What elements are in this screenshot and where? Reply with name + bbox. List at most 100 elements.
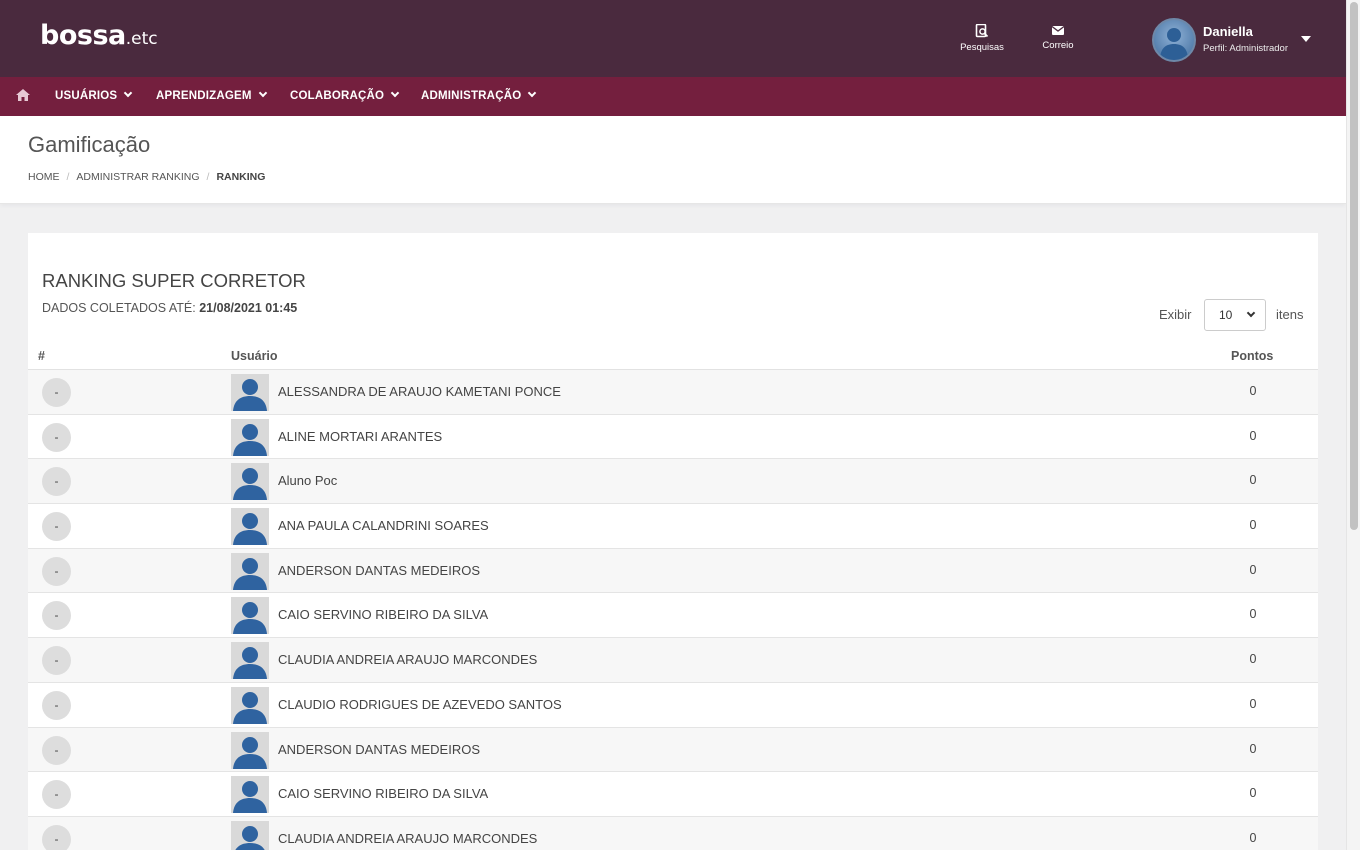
logo-text: bossa <box>40 20 126 51</box>
pesquisas-button[interactable]: Pesquisas <box>952 24 1012 53</box>
user-avatar-icon[interactable] <box>231 642 269 680</box>
user-avatar-icon[interactable] <box>231 597 269 635</box>
user-name-cell[interactable]: ALINE MORTARI ARANTES <box>278 429 442 444</box>
rank-badge: - <box>42 646 71 676</box>
logo-suffix: .etc <box>125 29 158 49</box>
user-avatar-icon[interactable] <box>231 552 269 590</box>
rank-badge: - <box>42 378 71 407</box>
column-header-points[interactable]: Pontos <box>1231 349 1273 363</box>
user-name-cell[interactable]: ANDERSON DANTAS MEDEIROS <box>278 563 480 578</box>
column-header-rank[interactable]: # <box>38 349 45 363</box>
chevron-down-icon <box>1246 308 1256 318</box>
table-row: - ALESSANDRA DE ARAUJO KAMETANI PONCE 0 <box>28 370 1318 415</box>
nav-administracao[interactable]: ADMINISTRAÇÃO <box>421 77 537 116</box>
top-header: bossa.etc Pesquisas Correio Daniella Per… <box>0 0 1346 77</box>
table-row: - Aluno Poc 0 <box>28 459 1318 505</box>
main-nav: USUÁRIOS APRENDIZAGEM COLABORAÇÃO ADMINI… <box>0 77 1346 116</box>
points-cell: 0 <box>1249 562 1257 577</box>
rank-badge: - <box>42 556 71 586</box>
user-name-cell[interactable]: CLAUDIO RODRIGUES DE AZEVEDO SANTOS <box>278 697 562 712</box>
points-cell: 0 <box>1249 830 1257 845</box>
user-name-cell[interactable]: CLAUDIA ANDREIA ARAUJO MARCONDES <box>278 652 537 667</box>
page-header: Gamificação HOME / ADMINISTRAR RANKING / RAN… <box>0 116 1346 204</box>
points-cell: 0 <box>1249 473 1257 488</box>
column-header-user[interactable]: Usuário <box>231 349 278 363</box>
user-name-cell[interactable]: CAIO SERVINO RIBEIRO DA SILVA <box>278 607 488 622</box>
user-name: Daniella <box>1203 24 1253 39</box>
rank-badge: - <box>42 601 71 631</box>
points-cell: 0 <box>1249 384 1257 398</box>
ranking-card: RANKING SUPER CORRETOR DADOS COLETADOS A… <box>28 233 1318 850</box>
user-avatar <box>1152 18 1196 62</box>
user-silhouette-icon <box>1160 28 1188 60</box>
rank-badge: - <box>42 824 71 850</box>
rank-badge: - <box>42 467 71 497</box>
table-row: - CLAUDIA ANDREIA ARAUJO MARCONDES 0 <box>28 638 1318 683</box>
user-name-cell[interactable]: ALESSANDRA DE ARAUJO KAMETANI PONCE <box>278 384 561 399</box>
breadcrumb-separator: / <box>206 171 210 183</box>
envelope-icon <box>1051 25 1065 35</box>
items-label: itens <box>1276 307 1304 322</box>
user-name-cell[interactable]: ANA PAULA CALANDRINI SOARES <box>278 518 489 533</box>
table-row: - CLAUDIA ANDREIA ARAUJO MARCONDES 0 <box>28 816 1318 850</box>
rank-badge: - <box>42 690 71 720</box>
pesquisas-label: Pesquisas <box>960 42 1004 53</box>
points-cell: 0 <box>1249 786 1257 801</box>
breadcrumb-home[interactable]: HOME <box>28 171 60 183</box>
nav-aprendizagem[interactable]: APRENDIZAGEM <box>156 77 267 116</box>
user-menu[interactable]: Daniella Perfil: Administrador <box>1152 18 1322 62</box>
correio-button[interactable]: Correio <box>1028 24 1088 51</box>
rank-badge: - <box>42 422 71 452</box>
breadcrumb-separator: / <box>66 171 70 183</box>
user-avatar-icon[interactable] <box>231 731 269 769</box>
page-title: Gamificação <box>28 132 151 157</box>
user-name-cell[interactable]: ANDERSON DANTAS MEDEIROS <box>278 742 480 757</box>
points-cell: 0 <box>1249 652 1257 667</box>
points-cell: 0 <box>1249 428 1257 443</box>
points-cell: 0 <box>1249 518 1257 533</box>
scrollbar-thumb[interactable] <box>1350 2 1358 530</box>
user-avatar-icon[interactable] <box>231 508 269 546</box>
correio-label: Correio <box>1042 40 1074 51</box>
nav-administracao-label: ADMINISTRAÇÃO <box>421 90 522 102</box>
chevron-down-icon <box>124 88 133 98</box>
ranking-table-body: - ALESSANDRA DE ARAUJO KAMETANI PONCE 0 - AL… <box>28 370 1318 850</box>
points-cell: 0 <box>1249 607 1257 622</box>
search-document-icon <box>975 24 989 38</box>
points-cell: 0 <box>1249 696 1257 711</box>
table-row: - ANA PAULA CALANDRINI SOARES 0 <box>28 504 1318 549</box>
chevron-down-icon <box>258 88 267 98</box>
user-avatar-icon[interactable] <box>231 686 269 724</box>
user-avatar-icon[interactable] <box>231 374 269 411</box>
page-size-value: 10 <box>1219 308 1233 322</box>
ranking-title: RANKING SUPER CORRETOR <box>42 270 306 291</box>
bossa-logo[interactable]: bossa.etc <box>40 20 158 51</box>
nav-colaboracao[interactable]: COLABORAÇÃO <box>290 77 400 116</box>
points-cell: 0 <box>1249 741 1257 756</box>
user-name-cell[interactable]: CAIO SERVINO RIBEIRO DA SILVA <box>278 786 488 801</box>
user-avatar-icon[interactable] <box>231 776 269 814</box>
table-row: - ANDERSON DANTAS MEDEIROS 0 <box>28 548 1318 594</box>
vertical-scrollbar[interactable] <box>1346 0 1360 850</box>
rank-badge: - <box>42 512 71 542</box>
table-row: - ANDERSON DANTAS MEDEIROS 0 <box>28 727 1318 773</box>
nav-usuarios-label: USUÁRIOS <box>55 90 118 102</box>
collected-value: 21/08/2021 01:45 <box>199 301 298 315</box>
home-icon[interactable] <box>15 88 31 107</box>
collected-label: DADOS COLETADOS ATÉ: <box>42 301 196 315</box>
page-size-select[interactable]: 10 <box>1204 299 1266 331</box>
user-avatar-icon[interactable] <box>231 418 269 456</box>
breadcrumb-administrar-ranking[interactable]: ADMINISTRAR RANKING <box>76 171 199 183</box>
nav-usuarios[interactable]: USUÁRIOS <box>55 77 133 116</box>
user-role: Perfil: Administrador <box>1203 43 1289 54</box>
user-name-cell[interactable]: CLAUDIA ANDREIA ARAUJO MARCONDES <box>278 831 537 846</box>
chevron-down-icon <box>390 88 400 98</box>
user-avatar-icon[interactable] <box>231 463 269 501</box>
rank-badge: - <box>42 735 71 765</box>
user-name-cell[interactable]: Aluno Poc <box>278 473 337 488</box>
user-avatar-icon[interactable] <box>231 820 269 850</box>
breadcrumb: HOME / ADMINISTRAR RANKING / RANKING <box>28 171 265 183</box>
caret-down-icon[interactable] <box>1301 36 1311 42</box>
show-label: Exibir <box>1159 307 1192 322</box>
table-row: - CAIO SERVINO RIBEIRO DA SILVA 0 <box>28 593 1318 639</box>
